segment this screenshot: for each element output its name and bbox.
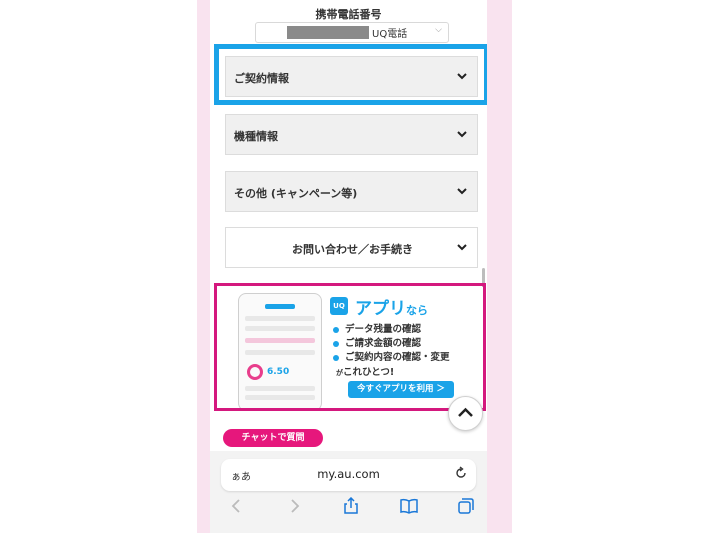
right-margin <box>487 0 512 533</box>
url-text: my.au.com <box>317 467 380 481</box>
accordion-inquiry-procedures[interactable]: お問い合わせ／お手続き <box>225 227 478 268</box>
chevron-down-icon: ⌵ <box>435 25 442 35</box>
forward-icon[interactable] <box>285 497 303 515</box>
carrier-label: UQ電話 <box>372 29 408 40</box>
chat-button[interactable]: チャットで質問 <box>223 429 323 447</box>
phone-number-label: 携帯電話番号 <box>315 8 382 21</box>
accordion-other-campaigns[interactable]: その他 (キャンペーン等) <box>225 171 478 212</box>
chevron-down-icon <box>457 244 467 251</box>
tabs-icon[interactable] <box>457 497 475 515</box>
browser-toolbar: ぁあ my.au.com <box>210 451 487 533</box>
accordion-label: 機種情報 <box>234 130 278 143</box>
accordion-device-info[interactable]: 機種情報 <box>225 114 478 155</box>
chevron-down-icon <box>457 131 467 138</box>
scroll-top-button[interactable] <box>448 396 483 431</box>
back-icon[interactable] <box>228 497 246 515</box>
share-icon[interactable] <box>342 497 360 515</box>
chevron-up-icon <box>458 407 473 417</box>
masked-phone-number <box>287 26 369 39</box>
reload-icon[interactable] <box>454 466 468 480</box>
accordion-label: その他 (キャンペーン等) <box>234 187 358 200</box>
chevron-down-icon <box>457 188 467 195</box>
highlight-box-blue <box>214 44 487 105</box>
left-margin <box>197 0 210 533</box>
phone-number-select[interactable]: UQ電話 ⌵ <box>255 22 449 43</box>
phone-screen: 携帯電話番号 UQ電話 ⌵ ご契約情報 機種情報 その他 (キャンペーン等) お… <box>210 0 487 533</box>
bookmarks-icon[interactable] <box>400 497 418 515</box>
highlight-box-pink <box>214 283 486 411</box>
accordion-label: お問い合わせ／お手続き <box>292 243 413 256</box>
address-bar[interactable]: ぁあ my.au.com <box>221 459 476 491</box>
